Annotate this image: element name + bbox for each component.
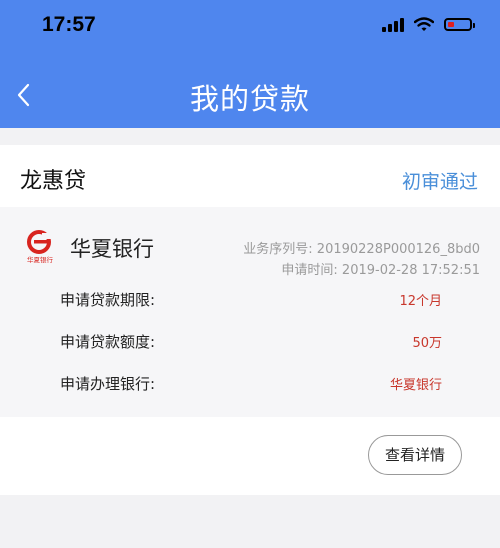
loan-term-value: 12个月: [399, 294, 442, 309]
view-details-button[interactable]: 查看详情: [368, 435, 462, 475]
loan-info-panel: 华夏银行 华夏银行 业务序列号: 20190228P000126_8bd0 申请…: [0, 207, 500, 417]
app-header: 17:57 我的贷款: [0, 0, 500, 128]
wifi-icon: [414, 16, 434, 31]
loan-term-label: 申请贷款期限:: [60, 291, 156, 309]
loan-amount-value: 50万: [412, 336, 442, 351]
loan-status: 初审通过: [401, 171, 478, 193]
cellular-signal-icon: [382, 16, 404, 32]
loan-amount-label: 申请贷款额度:: [60, 333, 156, 351]
application-time: 申请时间: 2019-02-28 17:52:51: [281, 263, 480, 278]
handling-bank-label: 申请办理银行:: [60, 375, 156, 393]
status-bar-time: 17:57: [42, 13, 96, 36]
page-title: 我的贷款: [189, 82, 310, 116]
loan-card: 龙惠贷 初审通过 华夏银行 华夏银行 业务序列号: 20190228P00012…: [0, 145, 500, 495]
loan-product-name: 龙惠贷: [20, 169, 87, 194]
hua-xia-bank-logo-icon: 华夏银行: [27, 230, 54, 264]
status-bar-icons: [382, 16, 475, 32]
handling-bank-value: 华夏银行: [389, 378, 442, 393]
bank-name: 华夏银行: [70, 237, 154, 261]
business-serial-number: 业务序列号: 20190228P000126_8bd0: [243, 242, 480, 257]
bank-logo-text: 华夏银行: [27, 255, 54, 264]
battery-icon: [444, 17, 475, 31]
